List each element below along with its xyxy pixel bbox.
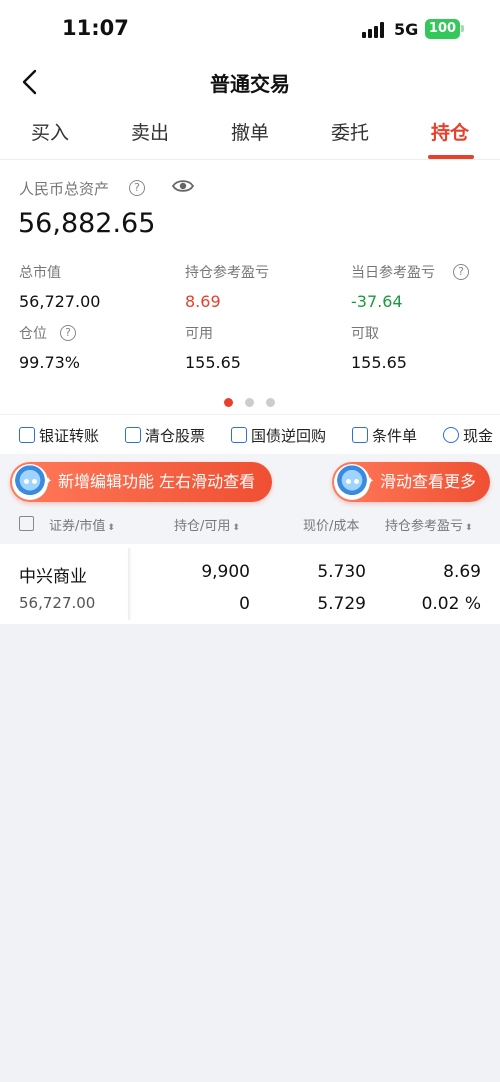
stock-market-value: 56,727.00 bbox=[19, 594, 96, 612]
column-divider bbox=[128, 548, 130, 620]
holding-pnl-pct: 0.02 % bbox=[421, 594, 481, 614]
quick-actions: 银证转账 清仓股票 国债逆回购 条件单 现金 bbox=[0, 414, 500, 454]
transfer-icon bbox=[19, 427, 35, 443]
total-assets-value: 56,882.65 bbox=[18, 208, 156, 239]
column-position[interactable]: 持仓/可用 ⬍ bbox=[174, 515, 240, 534]
quick-action-conditional[interactable]: 条件单 bbox=[352, 425, 417, 446]
sort-icon: ⬍ bbox=[232, 523, 240, 533]
help-icon[interactable]: ? bbox=[453, 264, 469, 280]
signal-icon bbox=[362, 22, 386, 38]
status-bar: 11:07 5G 100 bbox=[0, 0, 500, 58]
edit-feature-banner[interactable]: ✦ 新增编辑功能 左右滑动查看 bbox=[10, 462, 272, 502]
position-ratio-label: 仓位 bbox=[19, 326, 47, 342]
nav-bar: 普通交易 bbox=[0, 58, 500, 106]
repo-icon bbox=[231, 427, 247, 443]
tab-buy[interactable]: 买入 bbox=[31, 118, 69, 145]
quick-action-label: 清仓股票 bbox=[145, 427, 206, 445]
quick-action-label: 现金 bbox=[463, 427, 494, 445]
status-time: 11:07 bbox=[62, 16, 129, 40]
position-ratio-value: 99.73% bbox=[19, 353, 81, 372]
active-tab-indicator bbox=[428, 155, 474, 159]
quick-action-cash[interactable]: 现金 bbox=[443, 425, 493, 446]
column-label: 持仓参考盈亏 bbox=[385, 519, 464, 534]
banner-text: 滑动查看更多 bbox=[380, 472, 477, 491]
position-pnl-label: 持仓参考盈亏 bbox=[185, 265, 269, 281]
available-label: 可用 bbox=[185, 326, 213, 342]
sort-icon: ⬍ bbox=[465, 523, 473, 533]
column-label: 持仓/可用 bbox=[174, 519, 231, 534]
edit-icon[interactable] bbox=[19, 516, 34, 531]
holding-pnl: 8.69 bbox=[443, 562, 481, 582]
chart-icon bbox=[125, 427, 141, 443]
cost-price: 5.729 bbox=[317, 594, 366, 614]
quick-action-repo[interactable]: 国债逆回购 bbox=[231, 425, 326, 446]
page-title: 普通交易 bbox=[210, 72, 290, 96]
mascot-icon bbox=[334, 464, 370, 500]
tab-positions[interactable]: 持仓 bbox=[431, 118, 469, 145]
quick-action-label: 国债逆回购 bbox=[251, 427, 327, 445]
mascot-eye bbox=[24, 479, 29, 484]
market-value-label: 总市值 bbox=[19, 265, 61, 281]
market-value: 56,727.00 bbox=[19, 292, 101, 311]
battery-icon: 100 bbox=[425, 19, 460, 39]
cash-icon bbox=[443, 427, 459, 443]
trade-tabs: 买入 卖出 撤单 委托 持仓 bbox=[0, 106, 500, 160]
total-assets-label: 人民币总资产 bbox=[19, 180, 110, 198]
network-label: 5G bbox=[394, 20, 419, 39]
quick-action-label: 条件单 bbox=[372, 427, 418, 445]
scroll-more-banner[interactable]: ✦ 滑动查看更多 bbox=[332, 462, 490, 502]
stock-name: 中兴商业 bbox=[19, 567, 87, 587]
mascot-eye bbox=[354, 479, 359, 484]
page-dot bbox=[266, 398, 275, 407]
position-pnl-value: 8.69 bbox=[185, 292, 221, 311]
page-dot-active bbox=[224, 398, 233, 407]
withdrawable-value: 155.65 bbox=[351, 353, 407, 372]
banner-text: 新增编辑功能 左右滑动查看 bbox=[58, 472, 256, 491]
mascot-eye bbox=[346, 479, 351, 484]
column-label: 证券/市值 bbox=[49, 519, 106, 534]
holding-row[interactable]: 中兴商业 56,727.00 9,900 0 5.730 5.729 8.69 … bbox=[0, 544, 500, 624]
quick-action-label: 银证转账 bbox=[39, 427, 100, 445]
battery-tip bbox=[461, 25, 464, 32]
daily-pnl-label: 当日参考盈亏 bbox=[351, 265, 435, 281]
current-price: 5.730 bbox=[317, 562, 366, 582]
tab-sell[interactable]: 卖出 bbox=[131, 118, 169, 145]
document-icon bbox=[352, 427, 368, 443]
column-pnl[interactable]: 持仓参考盈亏 ⬍ bbox=[385, 515, 473, 534]
tab-orders[interactable]: 委托 bbox=[331, 118, 369, 145]
column-price[interactable]: 现价/成本 bbox=[303, 515, 359, 534]
quick-action-clear[interactable]: 清仓股票 bbox=[125, 425, 205, 446]
daily-pnl-value: -37.64 bbox=[351, 292, 403, 311]
available-qty: 0 bbox=[239, 594, 250, 614]
column-label: 现价/成本 bbox=[303, 519, 360, 534]
mascot-icon bbox=[12, 464, 48, 500]
tab-cancel[interactable]: 撤单 bbox=[231, 118, 269, 145]
help-icon[interactable]: ? bbox=[60, 325, 76, 341]
eye-icon[interactable] bbox=[172, 178, 194, 194]
holdings-column-header: 证券/市值 ⬍ 持仓/可用 ⬍ 现价/成本 持仓参考盈亏 ⬍ bbox=[0, 506, 500, 544]
quick-action-transfer[interactable]: 银证转账 bbox=[19, 425, 99, 446]
sparkle-icon: ✦ bbox=[44, 476, 53, 487]
withdrawable-label: 可取 bbox=[351, 326, 379, 342]
available-value: 155.65 bbox=[185, 353, 241, 372]
page-dot bbox=[245, 398, 254, 407]
sparkle-icon: ✦ bbox=[366, 476, 375, 487]
help-icon[interactable]: ? bbox=[129, 180, 145, 196]
mascot-eye bbox=[32, 479, 37, 484]
sort-icon: ⬍ bbox=[107, 523, 115, 533]
position-qty: 9,900 bbox=[201, 562, 250, 582]
column-security[interactable]: 证券/市值 ⬍ bbox=[49, 515, 115, 534]
asset-summary[interactable]: 人民币总资产 ? 56,882.65 总市值 56,727.00 持仓参考盈亏 … bbox=[0, 160, 500, 414]
